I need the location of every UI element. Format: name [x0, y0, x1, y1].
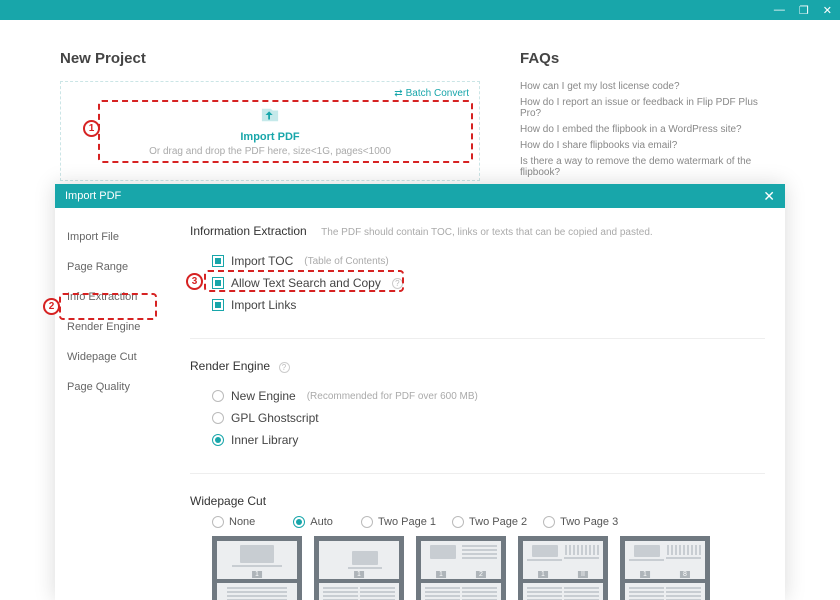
radio-icon: [543, 516, 555, 528]
faq-link[interactable]: Is there a way to remove the demo waterm…: [520, 156, 780, 178]
window-maximize-button[interactable]: ❐: [799, 4, 809, 17]
import-pdf-hint: Or drag and drop the PDF here, size<1G, …: [73, 146, 467, 157]
faq-link[interactable]: How can I get my lost license code?: [520, 81, 780, 92]
radio-icon: [361, 516, 373, 528]
checkbox-icon: [212, 277, 224, 289]
section-divider: [190, 473, 765, 474]
help-icon[interactable]: ?: [392, 278, 403, 289]
modal-sidebar: Import File Page Range Info Extraction R…: [55, 208, 170, 600]
wp-thumb-auto[interactable]: 1 23: [314, 536, 404, 600]
new-project-box: Batch Convert Import PDF Or drag and dro…: [60, 81, 480, 181]
import-toc-checkbox-row[interactable]: Import TOC (Table of Contents): [190, 250, 765, 272]
window-minimize-button[interactable]: —: [774, 4, 785, 16]
wp-thumbnails: 1 2 1 23 12 34 1II: [190, 536, 765, 600]
checkbox-icon: [212, 255, 224, 267]
radio-label: Two Page 1: [378, 516, 436, 528]
checkbox-hint: (Table of Contents): [304, 256, 389, 267]
import-pdf-label: Import PDF: [73, 131, 467, 143]
wp-thumb-two3[interactable]: 18 72: [620, 536, 710, 600]
sidebar-item-render-engine[interactable]: Render Engine: [55, 312, 170, 342]
section-title: Information Extraction: [190, 224, 307, 238]
radio-icon: [212, 412, 224, 424]
radio-label: None: [229, 516, 255, 528]
faq-link[interactable]: How do I report an issue or feedback in …: [520, 97, 780, 119]
wp-none-radio[interactable]: None: [212, 516, 255, 528]
section-divider: [190, 338, 765, 339]
wp-thumb-none[interactable]: 1 2: [212, 536, 302, 600]
wp-thumb-two1[interactable]: 12 34: [416, 536, 506, 600]
faq-link[interactable]: How do I share flipbooks via email?: [520, 140, 780, 151]
window-close-button[interactable]: ✕: [823, 4, 832, 17]
wp-two1-radio[interactable]: Two Page 1: [361, 516, 436, 528]
render-gpl-radio[interactable]: GPL Ghostscript: [190, 407, 765, 429]
import-pdf-modal: Import PDF ✕ Import File Page Range Info…: [55, 184, 785, 600]
radio-icon: [452, 516, 464, 528]
sidebar-item-widepage-cut[interactable]: Widepage Cut: [55, 342, 170, 372]
file-import-icon: [259, 111, 281, 128]
wp-two3-radio[interactable]: Two Page 3: [543, 516, 618, 528]
checkbox-label: Import TOC: [231, 254, 293, 268]
radio-label: Auto: [310, 516, 333, 528]
modal-close-button[interactable]: ✕: [763, 188, 775, 205]
radio-icon: [293, 516, 305, 528]
help-icon[interactable]: ?: [279, 362, 290, 373]
wp-two2-radio[interactable]: Two Page 2: [452, 516, 527, 528]
radio-icon: [212, 390, 224, 402]
widepage-cut-section: Widepage Cut None Auto Two Page 1 Two Pa…: [190, 492, 765, 600]
radio-label: Two Page 2: [469, 516, 527, 528]
sidebar-item-page-range[interactable]: Page Range: [55, 252, 170, 282]
import-pdf-dropzone[interactable]: Import PDF Or drag and drop the PDF here…: [73, 106, 467, 157]
faqs-list: How can I get my lost license code? How …: [520, 81, 780, 194]
radio-icon: [212, 516, 224, 528]
sidebar-item-page-quality[interactable]: Page Quality: [55, 372, 170, 402]
checkbox-label: Import Links: [231, 298, 296, 312]
radio-label: New Engine: [231, 389, 296, 403]
faqs-heading: FAQs: [520, 50, 780, 67]
import-links-checkbox-row[interactable]: Import Links: [190, 294, 765, 316]
wp-auto-radio[interactable]: Auto: [293, 516, 333, 528]
render-inner-radio[interactable]: Inner Library: [190, 429, 765, 451]
annotation-badge-2: 2: [43, 298, 60, 315]
modal-content: Information Extraction The PDF should co…: [170, 208, 785, 600]
wp-thumb-two2[interactable]: 1II III3: [518, 536, 608, 600]
section-subtitle: The PDF should contain TOC, links or tex…: [321, 227, 652, 238]
section-title: Render Engine: [190, 359, 270, 373]
window-titlebar: — ❐ ✕: [0, 0, 840, 20]
info-extraction-section: Information Extraction The PDF should co…: [190, 222, 765, 316]
radio-icon: [212, 434, 224, 446]
annotation-badge-1: 1: [83, 120, 100, 137]
sidebar-item-import-file[interactable]: Import File: [55, 222, 170, 252]
radio-label: Inner Library: [231, 433, 298, 447]
new-project-heading: New Project: [60, 50, 480, 67]
radio-label: Two Page 3: [560, 516, 618, 528]
modal-header: Import PDF ✕: [55, 184, 785, 208]
render-new-engine-radio[interactable]: New Engine (Recommended for PDF over 600…: [190, 385, 765, 407]
radio-label: GPL Ghostscript: [231, 411, 319, 425]
annotation-badge-3: 3: [186, 273, 203, 290]
allow-text-search-checkbox-row[interactable]: Allow Text Search and Copy ? 3: [190, 272, 765, 294]
modal-title: Import PDF: [65, 190, 121, 202]
sidebar-item-info-extraction[interactable]: Info Extraction: [55, 282, 170, 312]
checkbox-label: Allow Text Search and Copy: [231, 276, 381, 290]
render-engine-section: Render Engine ? New Engine (Recommended …: [190, 357, 765, 451]
faq-link[interactable]: How do I embed the flipbook in a WordPre…: [520, 124, 780, 135]
checkbox-icon: [212, 299, 224, 311]
radio-hint: (Recommended for PDF over 600 MB): [307, 391, 478, 402]
batch-convert-link[interactable]: Batch Convert: [394, 88, 469, 99]
section-title: Widepage Cut: [190, 494, 266, 508]
